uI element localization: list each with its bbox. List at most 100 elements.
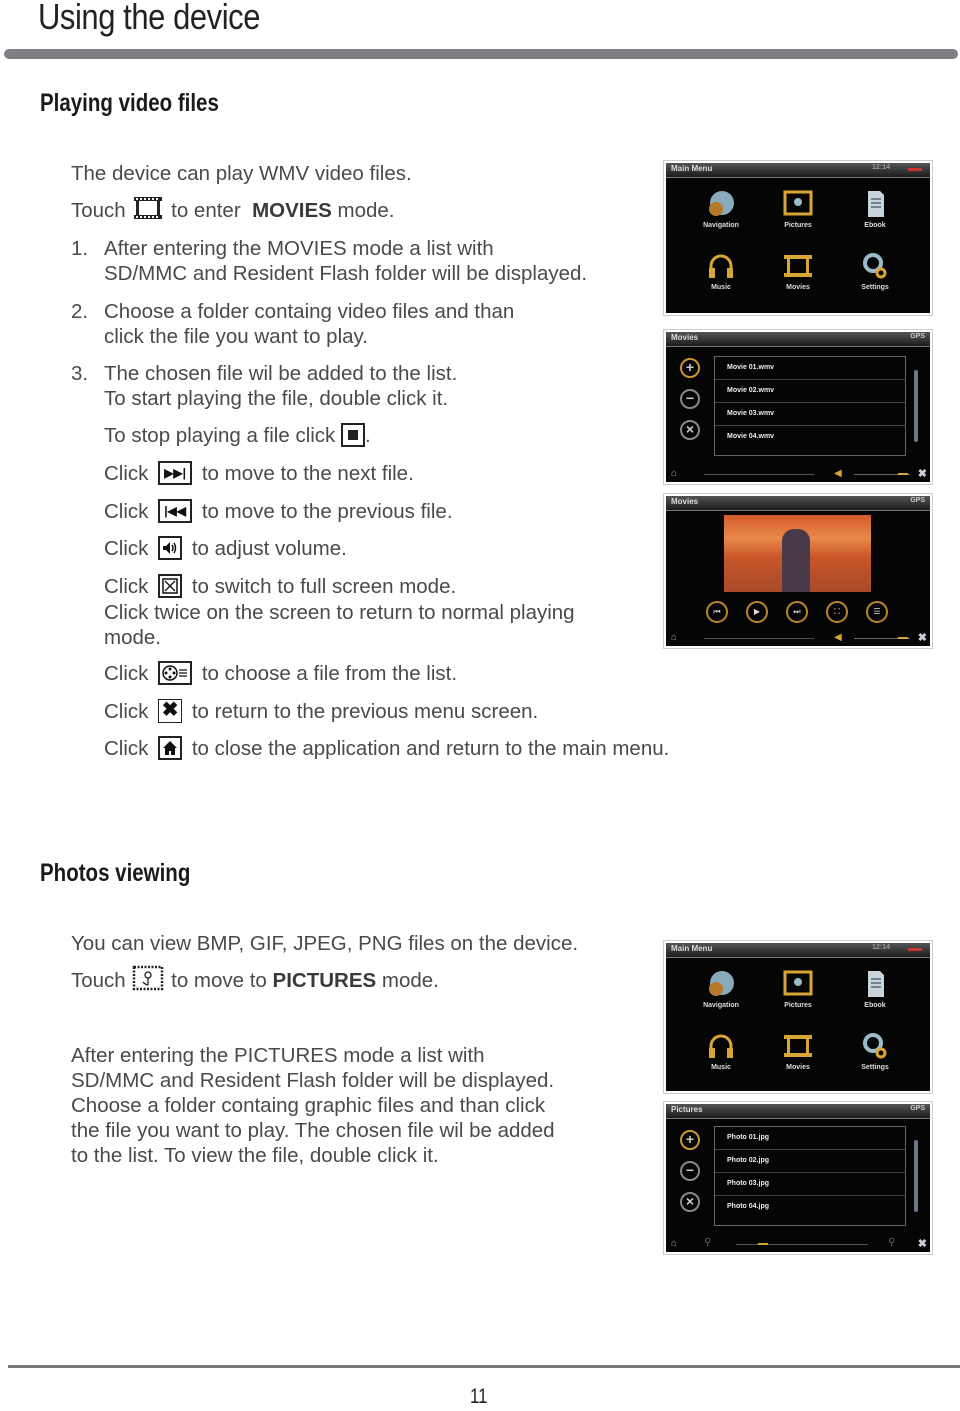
instruction-text: to adjust volume. — [191, 537, 347, 560]
step-text: Choose a folder containg video files and… — [104, 300, 515, 323]
menu-item-label: Pictures — [784, 222, 812, 229]
gps-label: GPS — [910, 497, 925, 504]
touch-middle: to move to — [171, 969, 267, 992]
fullscreen-note: Click twice on the screen to return to n… — [104, 600, 575, 624]
menu-item-label: Movies — [786, 284, 810, 291]
step-text: To start playing the file, double click … — [104, 387, 449, 410]
home-icon: ⌂ — [671, 632, 678, 643]
stop-icon — [341, 422, 366, 447]
main-menu-screenshot: Main Menu 12:14 Navigation Pictures Eboo… — [664, 161, 932, 315]
clear-icon: × — [680, 420, 700, 440]
paragraph-line: the file you want to play. The chosen fi… — [71, 1119, 555, 1142]
bottom-bar: ⌂ ⚲ ⚲ ✖ — [666, 1236, 930, 1252]
menu-item-ebook: Ebook — [840, 969, 910, 1009]
list-item: Photo 04.jpg — [727, 1203, 769, 1210]
bottom-bar: ⌂ ◀ ✖ — [666, 630, 930, 646]
list-item: Movie 02.wmv — [715, 380, 905, 403]
next-track-button: ⏭ — [786, 601, 808, 623]
page-number: 11 — [470, 1385, 488, 1408]
menu-item-music: Music — [686, 1031, 756, 1071]
movies-touch-line: Touch to enter MOVIES mode. — [71, 195, 395, 225]
screen-header: Pictures GPS — [666, 1104, 930, 1119]
close-icon: ✖ — [158, 698, 183, 723]
remove-icon: − — [680, 389, 700, 409]
menu-item-label: Navigation — [703, 1002, 739, 1009]
menu-item-label: Settings — [861, 284, 889, 291]
instruction-volume: Click to adjust volume. — [104, 535, 347, 562]
screen-clock: 12:14 — [872, 164, 890, 171]
instruction-next: Click ▶▶| to move to the next file. — [104, 460, 414, 487]
menu-item-pictures: Pictures — [763, 189, 833, 229]
globe-icon — [706, 969, 736, 999]
video-section-heading: Playing video files — [40, 89, 219, 117]
pictures-list-screenshot: Pictures GPS + − × Photo 01.jpg Photo 02… — [664, 1102, 932, 1254]
header-rule — [4, 49, 958, 59]
list-item: Movie 03.wmv — [715, 403, 905, 426]
home-icon: ⌂ — [671, 468, 678, 479]
picture-stamp-icon — [131, 965, 165, 991]
video-figures — [782, 529, 810, 592]
screen-title: Movies — [671, 333, 699, 342]
list-item: Movie 01.wmv — [715, 357, 905, 380]
page-title: Using the device — [38, 0, 261, 37]
remove-icon: − — [680, 1161, 700, 1181]
click-word: Click — [104, 662, 149, 685]
zoom-out-icon: ⚲ — [704, 1237, 712, 1248]
battery-icon — [908, 948, 922, 951]
volume-thumb — [898, 637, 908, 639]
previous-track-button: ⏮ — [706, 601, 728, 623]
instruction-file-list: Click to choose a file from the list. — [104, 660, 457, 687]
clear-icon: × — [680, 1192, 700, 1212]
picture-frame-icon — [783, 969, 813, 999]
step-1: 1. After entering the MOVIES mode a list … — [71, 236, 587, 286]
film-strip-icon — [783, 1031, 813, 1061]
screen-header: Main Menu 12:14 — [666, 943, 930, 958]
click-word: Click — [104, 700, 149, 723]
scrollbar — [914, 1140, 918, 1212]
stop-instruction: To stop playing a file click . — [104, 422, 371, 449]
home-icon — [158, 735, 183, 760]
gear-icon — [860, 1031, 890, 1061]
touch-suffix: mode. — [381, 969, 439, 992]
next-track-icon: ▶▶| — [158, 460, 193, 485]
photos-section-heading: Photos viewing — [40, 859, 191, 887]
step-number: 2. — [71, 300, 89, 323]
scrollbar — [914, 370, 918, 442]
photos-intro: You can view BMP, GIF, JPEG, PNG files o… — [71, 932, 579, 955]
instruction-home: Click to close the application and retur… — [104, 735, 670, 762]
touch-label: Touch — [71, 199, 126, 222]
bottom-bar: ⌂ ◀ ✖ — [666, 466, 930, 482]
menu-item-settings: Settings — [840, 251, 910, 291]
previous-track-icon: |◀◀ — [158, 498, 193, 523]
instruction-fullscreen: Click to switch to full screen mode. Cli… — [104, 573, 575, 650]
fullscreen-note: mode. — [104, 625, 161, 649]
click-word: Click — [104, 737, 149, 760]
menu-item-movies: Movies — [763, 251, 833, 291]
globe-icon — [706, 189, 736, 219]
volume-icon — [158, 535, 183, 560]
pictures-touch-line: Touch to move to PICTURES mode. — [71, 965, 439, 995]
screen-title: Main Menu — [671, 164, 713, 173]
instruction-close: Click ✖ to return to the previous menu s… — [104, 698, 538, 725]
add-icon: + — [680, 1130, 700, 1150]
zoom-thumb — [758, 1243, 768, 1245]
volume-thumb — [898, 473, 908, 475]
paragraph-line: Choose a folder containg graphic files a… — [71, 1094, 546, 1117]
document-icon — [860, 189, 890, 219]
menu-item-label: Music — [711, 284, 731, 291]
touch-suffix: mode. — [337, 199, 395, 222]
stop-suffix: . — [365, 424, 371, 447]
instruction-previous: Click |◀◀ to move to the previous file. — [104, 498, 453, 525]
headphones-icon — [706, 1031, 736, 1061]
step-text: click the file you want to play. — [104, 325, 368, 348]
progress-track — [704, 474, 814, 475]
fullscreen-button: ⛶ — [826, 601, 848, 623]
film-strip-icon — [131, 195, 165, 221]
volume-icon: ◀ — [834, 468, 842, 479]
instruction-text: to close the application and return to t… — [191, 737, 670, 760]
zoom-slider — [736, 1244, 868, 1245]
photos-paragraph: After entering the PICTURES mode a list … — [71, 1043, 555, 1168]
menu-item-navigation: Navigation — [686, 189, 756, 229]
movies-list-screenshot: Movies GPS + − × Movie 01.wmv Movie 02.w… — [664, 330, 932, 484]
picture-frame-icon — [783, 189, 813, 219]
